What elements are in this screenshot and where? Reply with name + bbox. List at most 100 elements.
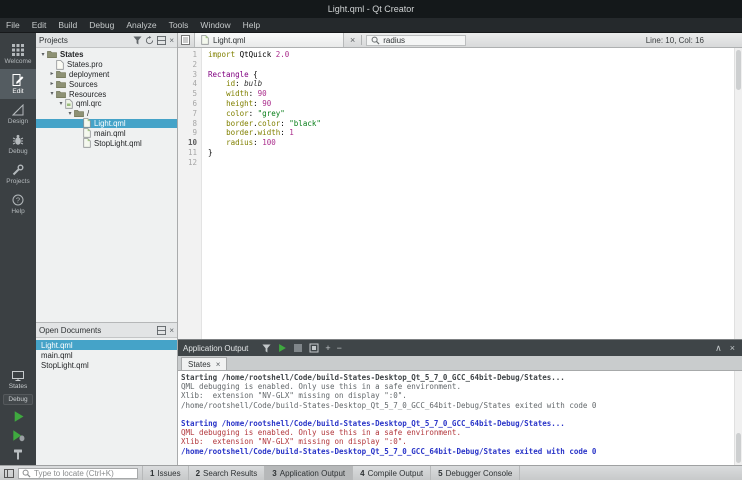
- output-scrollbar[interactable]: [734, 371, 742, 465]
- code-token: 1: [289, 128, 294, 138]
- document-tab[interactable]: Light.qml: [194, 33, 344, 47]
- build-config-selector[interactable]: Debug: [3, 394, 33, 405]
- output-line: Starting /home/rootshell/Code/build-Stat…: [181, 418, 565, 428]
- zoom-in-icon[interactable]: +: [325, 343, 330, 353]
- menu-file[interactable]: File: [0, 18, 26, 32]
- minimize-icon[interactable]: ∧: [715, 343, 722, 354]
- tree-item-states[interactable]: ▾ States: [36, 50, 177, 60]
- tab-close-button[interactable]: ×: [348, 35, 357, 45]
- code-line: id: bulb: [208, 79, 734, 89]
- output-tab-close[interactable]: ×: [216, 360, 221, 369]
- tree-item-qml-qrc[interactable]: ▾ qml.qrc: [36, 98, 177, 109]
- code-line: border.color: "black": [208, 119, 734, 129]
- code-area[interactable]: import QtQuick 2.0 Rectangle { id: bulb w…: [202, 48, 734, 339]
- stop-icon[interactable]: [293, 343, 303, 353]
- output-body-wrap: Starting /home/rootshell/Code/build-Stat…: [178, 371, 742, 465]
- menu-edit[interactable]: Edit: [26, 18, 53, 32]
- symbol-selector[interactable]: radius: [366, 34, 467, 46]
- tree-item-sources[interactable]: ▸ Sources: [36, 79, 177, 89]
- editor-scrollbar-thumb[interactable]: [736, 50, 741, 90]
- qrc-file-icon: [65, 98, 73, 109]
- output-log[interactable]: Starting /home/rootshell/Code/build-Stat…: [178, 371, 734, 465]
- locator-placeholder: Type to locate (Ctrl+K): [34, 468, 114, 478]
- output-tab-states[interactable]: States ×: [181, 357, 228, 370]
- code-token: Rectangle: [208, 69, 249, 79]
- code-token: :: [253, 138, 263, 148]
- open-doc-stoplight-qml[interactable]: StopLight.qml: [36, 360, 177, 370]
- split-icon[interactable]: [157, 325, 167, 335]
- open-documents-list: Light.qml main.qml StopLight.qml: [36, 338, 177, 465]
- menu-help[interactable]: Help: [237, 18, 266, 32]
- close-icon[interactable]: ×: [730, 343, 735, 353]
- mode-welcome[interactable]: Welcome: [0, 39, 36, 69]
- mode-list: Welcome Edit Design Debug Projects? Help: [0, 39, 36, 219]
- expander-icon[interactable]: ▾: [39, 51, 47, 59]
- pane-button-issues[interactable]: 1 Issues: [143, 466, 189, 480]
- expander-icon[interactable]: ▾: [57, 100, 65, 108]
- attach-icon[interactable]: [309, 343, 319, 353]
- folder-icon: [47, 50, 57, 59]
- expander-icon[interactable]: ▾: [66, 110, 74, 118]
- line-number: 12: [187, 157, 197, 167]
- pane-button-compile-output[interactable]: 4 Compile Output: [353, 466, 432, 480]
- locator-input[interactable]: Type to locate (Ctrl+K): [18, 467, 138, 479]
- pane-number: 1: [150, 468, 155, 478]
- menu-window[interactable]: Window: [194, 18, 236, 32]
- output-tab-label: States: [188, 359, 211, 369]
- expander-icon[interactable]: ▸: [48, 70, 56, 78]
- open-doc-light-qml[interactable]: Light.qml: [36, 340, 177, 350]
- tree-item-root[interactable]: ▾ /: [36, 109, 177, 119]
- tree-label: Light.qml: [94, 118, 126, 128]
- expander-icon[interactable]: ▸: [48, 80, 56, 88]
- expander-icon[interactable]: ▾: [48, 90, 56, 98]
- build-button[interactable]: [10, 447, 26, 461]
- pane-button-debugger-console[interactable]: 5 Debugger Console: [431, 466, 521, 480]
- tree-item-deployment[interactable]: ▸ deployment: [36, 70, 177, 80]
- symbol-name: radius: [383, 35, 406, 45]
- output-panel: Application Output + − ∧ × States × Starti…: [178, 339, 742, 465]
- menu-analyze[interactable]: Analyze: [120, 18, 162, 32]
- projects-header-icons: ×: [133, 35, 174, 45]
- mode-edit[interactable]: Edit: [0, 69, 36, 99]
- output-window-icons: ∧ ×: [715, 343, 735, 354]
- tree-item-stoplight-qml[interactable]: StopLight.qml: [36, 138, 177, 148]
- split-icon[interactable]: [157, 35, 167, 45]
- menu-tools[interactable]: Tools: [163, 18, 195, 32]
- tree-item-states-pro[interactable]: States.pro: [36, 59, 177, 70]
- mode-help[interactable]: ? Help: [0, 189, 36, 219]
- sync-icon[interactable]: [145, 35, 154, 45]
- open-doc-main-qml[interactable]: main.qml: [36, 350, 177, 360]
- menu-build[interactable]: Build: [52, 18, 83, 32]
- debug-run-button[interactable]: [10, 428, 26, 442]
- code-editor[interactable]: 1 2 3 4 5 6 7 8 9 10 11 12 import QtQuick 2.0 Rectan…: [178, 48, 742, 339]
- project-tree: ▾ States States.pro ▸ deployment ▸ Sources ▾ Res…: [36, 48, 177, 322]
- pane-button-application-output[interactable]: 3 Application Output: [265, 466, 354, 480]
- kit-selector-button[interactable]: States: [9, 371, 27, 390]
- tree-label: StopLight.qml: [94, 138, 142, 148]
- editor-scrollbar[interactable]: [734, 48, 742, 339]
- code-token: {: [248, 69, 258, 79]
- edit-icon: [12, 73, 24, 86]
- tree-item-main-qml[interactable]: main.qml: [36, 128, 177, 138]
- kit-area: States Debug: [0, 371, 36, 465]
- tree-item-resources[interactable]: ▾ Resources: [36, 89, 177, 99]
- opendocs-header-icons: ×: [157, 325, 174, 335]
- filter-icon[interactable]: [133, 35, 142, 45]
- run-button[interactable]: [10, 409, 26, 423]
- close-icon[interactable]: ×: [169, 326, 174, 335]
- output-scrollbar-thumb[interactable]: [736, 433, 741, 463]
- sidebar-toggle-icon[interactable]: [4, 468, 14, 478]
- mode-projects[interactable]: Projects: [0, 159, 36, 189]
- close-icon[interactable]: ×: [169, 36, 174, 45]
- zoom-out-icon[interactable]: −: [337, 343, 342, 353]
- tree-item-light-qml[interactable]: Light.qml: [36, 118, 177, 129]
- code-token: radius: [226, 138, 254, 148]
- filter-icon[interactable]: [262, 343, 271, 353]
- rerun-icon[interactable]: [277, 343, 287, 353]
- pane-button-search-results[interactable]: 2 Search Results: [189, 466, 266, 480]
- menu-debug[interactable]: Debug: [83, 18, 120, 32]
- mode-design[interactable]: Design: [0, 99, 36, 129]
- mode-debug[interactable]: Debug: [0, 129, 36, 159]
